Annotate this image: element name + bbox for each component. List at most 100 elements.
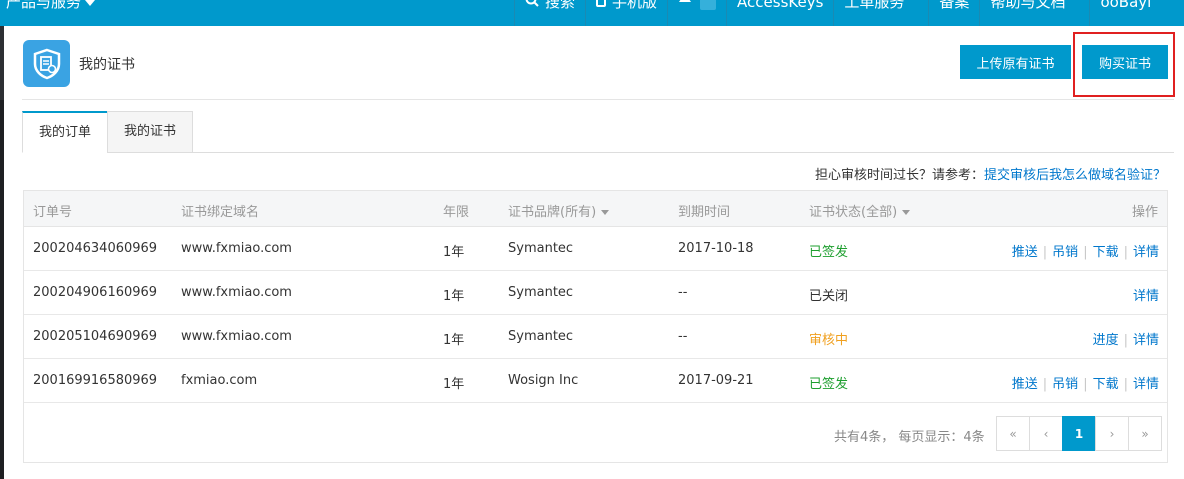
push-link[interactable]: 推送	[1012, 245, 1038, 260]
column-header-brand-filter[interactable]: 证书品牌(所有)	[508, 201, 610, 220]
table-header: 订单号 证书绑定域名 年限 证书品牌(所有) 到期时间 证书状态(全部) 操作	[24, 191, 1167, 227]
search-nav-item[interactable]: 搜索	[514, 0, 585, 26]
upload-certificate-button[interactable]: 上传原有证书	[960, 45, 1071, 79]
domain-verification-help-link[interactable]: 提交审核后我怎么做域名验证？	[984, 168, 1166, 183]
push-link[interactable]: 推送	[1012, 377, 1038, 392]
accesskeys-nav-item[interactable]: AccessKeys	[726, 0, 833, 26]
cell-brand: Symantec	[508, 241, 574, 256]
action-separator: |	[1123, 377, 1128, 392]
action-separator: |	[1083, 377, 1088, 392]
beian-label: 备案	[939, 0, 970, 11]
caret-down-icon	[601, 210, 610, 215]
cell-expiry: 2017-09-21	[678, 373, 754, 388]
action-separator: |	[1123, 245, 1128, 260]
action-separator: |	[1042, 377, 1048, 392]
cell-domain: fxmiao.com	[181, 373, 258, 388]
top-navigation-bar: 产品与服务 搜索 手机版 AccessKeys 工单服务 备案 帮助与文档 oo…	[0, 0, 1184, 26]
cell-order-no: 200169916580969	[33, 373, 158, 388]
cell-domain: www.fxmiao.com	[181, 285, 292, 300]
column-header-years: 年限	[443, 205, 470, 220]
status-badge: 已签发	[809, 377, 849, 392]
details-link[interactable]: 详情	[1133, 377, 1159, 392]
details-link[interactable]: 详情	[1133, 245, 1159, 260]
chevron-down-icon	[85, 0, 96, 6]
header-divider	[22, 99, 1174, 100]
help-docs-label: 帮助与文档	[990, 0, 1066, 11]
tab-my-orders[interactable]: 我的订单	[22, 111, 108, 153]
cell-order-no: 200204906160969	[33, 285, 158, 300]
cell-brand: Symantec	[508, 285, 574, 300]
column-header-actions: 操作	[1131, 205, 1158, 220]
action-separator: |	[1083, 245, 1088, 260]
first-page-button[interactable]: «	[996, 416, 1030, 451]
left-sidebar-edge-dark	[0, 100, 4, 479]
cell-expiry: --	[678, 329, 688, 344]
pagination: « ‹ 1 › »	[996, 416, 1162, 451]
download-link[interactable]: 下载	[1093, 377, 1119, 392]
action-separator: |	[1123, 333, 1128, 348]
row-actions: 进度 | 详情	[1093, 329, 1159, 348]
brand-filter-label: 证书品牌(所有)	[508, 205, 597, 220]
column-header-status-filter[interactable]: 证书状态(全部)	[809, 201, 911, 220]
status-filter-label: 证书状态(全部)	[809, 205, 898, 220]
notifications-nav-item[interactable]	[667, 0, 726, 26]
tab-my-certificates[interactable]: 我的证书	[107, 111, 193, 153]
mobile-icon	[596, 0, 607, 13]
ticket-service-label: 工单服务	[844, 0, 905, 11]
cell-domain: www.fxmiao.com	[181, 329, 292, 344]
help-docs-menu[interactable]: 帮助与文档	[979, 0, 1089, 26]
username-label: ooBayi	[1100, 0, 1152, 11]
page-title: 我的证书	[79, 57, 135, 73]
caret-down-icon	[902, 210, 911, 215]
download-link[interactable]: 下载	[1093, 245, 1119, 260]
cell-expiry: --	[678, 285, 688, 300]
table-row: 200204634060969 www.fxmiao.com 1年 Symantec 2…	[24, 227, 1167, 271]
next-page-button[interactable]: ›	[1095, 416, 1129, 451]
status-badge: 已关闭	[809, 289, 849, 304]
cell-order-no: 200205104690969	[33, 329, 158, 344]
cell-years: 1年	[443, 377, 465, 392]
ticket-service-menu[interactable]: 工单服务	[833, 0, 928, 26]
row-actions: 推送 | 吊销 | 下载 | 详情	[1012, 241, 1159, 260]
table-row: 200169916580969 fxmiao.com 1年 Wosign Inc 201…	[24, 359, 1167, 403]
beian-nav-item[interactable]: 备案	[928, 0, 979, 26]
cell-years: 1年	[443, 289, 465, 304]
progress-link[interactable]: 进度	[1093, 333, 1119, 348]
cell-years: 1年	[443, 245, 465, 260]
details-link[interactable]: 详情	[1133, 333, 1159, 348]
last-page-button[interactable]: »	[1128, 416, 1162, 451]
products-services-menu[interactable]: 产品与服务	[6, 0, 96, 13]
notification-count-badge	[700, 0, 717, 10]
column-header-domain: 证书绑定域名	[181, 205, 260, 220]
verification-hint: 担心审核时间过长？请参考：提交审核后我怎么做域名验证？	[815, 164, 1166, 183]
page-number-button[interactable]: 1	[1062, 416, 1096, 451]
status-badge: 审核中	[809, 333, 849, 348]
cell-brand: Wosign Inc	[508, 373, 579, 388]
cell-expiry: 2017-10-18	[678, 241, 754, 256]
table-row: 200205104690969 www.fxmiao.com 1年 Symantec -…	[24, 315, 1167, 359]
search-icon	[525, 0, 539, 13]
cell-domain: www.fxmiao.com	[181, 241, 292, 256]
mobile-nav-item[interactable]: 手机版	[585, 0, 667, 26]
revoke-link[interactable]: 吊销	[1052, 245, 1078, 260]
highlight-annotation-box	[1073, 32, 1175, 97]
pagination-summary: 共有4条， 每页显示：4条	[834, 430, 985, 445]
column-header-expiry: 到期时间	[678, 205, 731, 220]
details-link[interactable]: 详情	[1133, 289, 1159, 304]
user-account-menu[interactable]: ooBayi	[1089, 0, 1175, 26]
status-badge: 已签发	[809, 245, 849, 260]
accesskeys-label: AccessKeys	[737, 0, 824, 11]
mobile-label: 手机版	[612, 0, 658, 11]
certificate-shield-icon	[23, 40, 70, 87]
table-row: 200204906160969 www.fxmiao.com 1年 Symantec -…	[24, 271, 1167, 315]
previous-page-button[interactable]: ‹	[1029, 416, 1063, 451]
column-header-order-no: 订单号	[33, 205, 73, 220]
tabs-divider	[22, 152, 1174, 153]
revoke-link[interactable]: 吊销	[1052, 377, 1078, 392]
row-actions: 推送 | 吊销 | 下载 | 详情	[1012, 373, 1159, 392]
cell-years: 1年	[443, 333, 465, 348]
cell-order-no: 200204634060969	[33, 241, 158, 256]
cell-brand: Symantec	[508, 329, 574, 344]
hint-text: 担心审核时间过长？请参考：	[814, 168, 984, 183]
action-separator: |	[1042, 245, 1048, 260]
